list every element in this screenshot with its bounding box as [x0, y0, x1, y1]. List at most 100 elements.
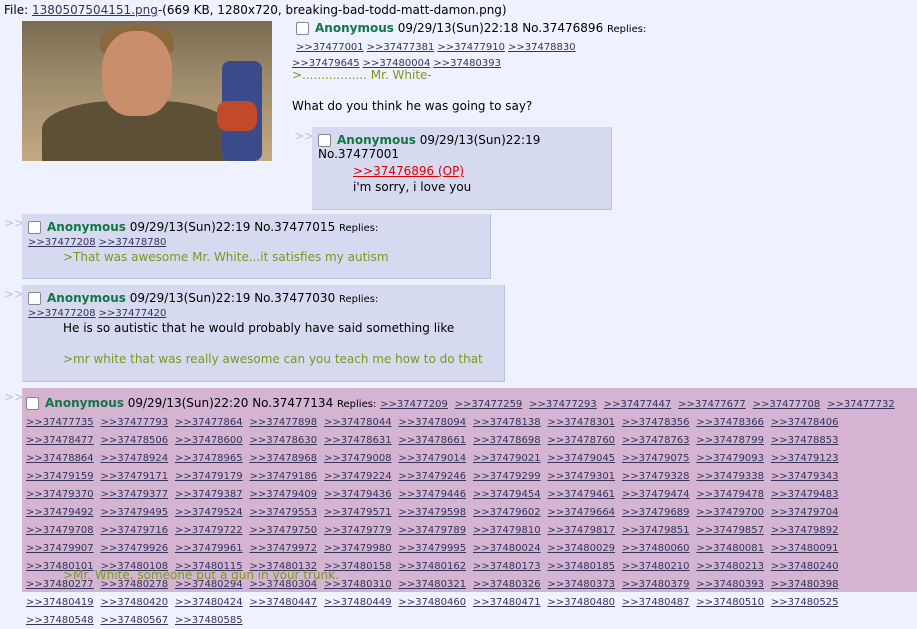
reply-select-checkbox[interactable]	[28, 221, 41, 234]
reply-backlink[interactable]: >>37479387	[175, 489, 243, 500]
reply-backlink[interactable]: >>37480081	[696, 543, 764, 554]
reply-select-checkbox[interactable]	[28, 292, 41, 305]
reply-backlink[interactable]: >>37480510	[696, 597, 764, 608]
reply-backlink[interactable]: >>37477209	[380, 399, 448, 410]
reply-backlink[interactable]: >>37479224	[324, 471, 392, 482]
reply-backlink[interactable]: >>37479495	[100, 507, 168, 518]
reply-backlink[interactable]: >>37479972	[249, 543, 317, 554]
reply-backlink[interactable]: >>37479370	[26, 489, 94, 500]
reply-backlink[interactable]: >>37479461	[547, 489, 615, 500]
reply-backlink[interactable]: >>37479704	[771, 507, 839, 518]
reply-backlink[interactable]: >>37477420	[99, 308, 167, 319]
reply-backlink[interactable]: >>37477208	[28, 237, 96, 248]
reply-backlink[interactable]: >>37479436	[324, 489, 392, 500]
reply-select-checkbox[interactable]	[318, 134, 331, 147]
reply-post-number[interactable]: No.37477134	[252, 396, 333, 410]
reply-backlink[interactable]: >>37478965	[175, 453, 243, 464]
reply-backlink[interactable]: >>37479483	[771, 489, 839, 500]
reply-backlink[interactable]: >>37479171	[100, 471, 168, 482]
reply-backlink[interactable]: >>37480471	[473, 597, 541, 608]
reply-backlink[interactable]: >>37478864	[26, 453, 94, 464]
reply-backlink[interactable]: >>37479961	[175, 543, 243, 554]
reply-backlink[interactable]: >>37477708	[753, 399, 821, 410]
reply-backlink[interactable]: >>37477293	[529, 399, 597, 410]
op-reply-link[interactable]: >>37477910	[437, 42, 505, 53]
reply-backlink[interactable]: >>37478698	[473, 435, 541, 446]
reply-backlink[interactable]: >>37479689	[622, 507, 690, 518]
reply-backlink[interactable]: >>37479474	[622, 489, 690, 500]
reply-backlink[interactable]: >>37479377	[100, 489, 168, 500]
reply-backlink[interactable]: >>37478506	[100, 435, 168, 446]
op-reply-link[interactable]: >>37480393	[433, 58, 501, 69]
reply-backlink[interactable]: >>37479343	[771, 471, 839, 482]
file-link[interactable]: 1380507504151.png	[32, 3, 158, 17]
reply-backlink[interactable]: >>37480424	[175, 597, 243, 608]
reply-backlink[interactable]: >>37479708	[26, 525, 94, 536]
reply-backlink[interactable]: >>37480585	[175, 615, 243, 626]
reply-backlink[interactable]: >>37478138	[473, 417, 541, 428]
reply-backlink[interactable]: >>37480393	[696, 579, 764, 590]
reply-backlink[interactable]: >>37479857	[696, 525, 764, 536]
op-reply-link[interactable]: >>37478830	[508, 42, 576, 53]
reply-backlink[interactable]: >>37478366	[696, 417, 764, 428]
reply-backlink[interactable]: >>37478763	[622, 435, 690, 446]
reply-backlink[interactable]: >>37478760	[547, 435, 615, 446]
reply-backlink[interactable]: >>37479299	[473, 471, 541, 482]
reply-backlink[interactable]: >>37477259	[455, 399, 523, 410]
reply-backlink[interactable]: >>37480326	[473, 579, 541, 590]
reply-backlink[interactable]: >>37479892	[771, 525, 839, 536]
reply-backlink[interactable]: >>37479021	[473, 453, 541, 464]
reply-backlink[interactable]: >>37478924	[100, 453, 168, 464]
reply-backlink[interactable]: >>37479598	[398, 507, 466, 518]
reply-backlink[interactable]: >>37480420	[100, 597, 168, 608]
reply-backlink[interactable]: >>37479093	[696, 453, 764, 464]
reply-backlink[interactable]: >>37479014	[398, 453, 466, 464]
reply-backlink[interactable]: >>37478780	[99, 237, 167, 248]
reply-backlink[interactable]: >>37478094	[398, 417, 466, 428]
reply-backlink[interactable]: >>37477447	[604, 399, 672, 410]
reply-backlink[interactable]: >>37480460	[398, 597, 466, 608]
reply-post-number[interactable]: No.37477030	[254, 291, 335, 305]
reply-backlink[interactable]: >>37477793	[100, 417, 168, 428]
reply-backlink[interactable]: >>37478356	[622, 417, 690, 428]
op-post-number[interactable]: No.37476896	[522, 21, 603, 35]
reply-post-number[interactable]: No.37477015	[254, 220, 335, 234]
reply-backlink[interactable]: >>37479722	[175, 525, 243, 536]
reply-post-number[interactable]: No.37477001	[318, 147, 399, 161]
reply-backlink[interactable]: >>37479926	[100, 543, 168, 554]
reply-backlink[interactable]: >>37479008	[324, 453, 392, 464]
reply-backlink[interactable]: >>37479980	[324, 543, 392, 554]
reply-backlink[interactable]: >>37479716	[100, 525, 168, 536]
reply-backlink[interactable]: >>37479328	[622, 471, 690, 482]
reply-backlink[interactable]: >>37479409	[249, 489, 317, 500]
reply-backlink[interactable]: >>37480060	[622, 543, 690, 554]
reply-backlink[interactable]: >>37477208	[28, 308, 96, 319]
reply-backlink[interactable]: >>37478631	[324, 435, 392, 446]
reply-backlink[interactable]: >>37477735	[26, 417, 94, 428]
reply-select-checkbox[interactable]	[26, 397, 39, 410]
reply-backlink[interactable]: >>37477732	[827, 399, 895, 410]
reply-backlink[interactable]: >>37479478	[696, 489, 764, 500]
reply-backlink[interactable]: >>37479553	[249, 507, 317, 518]
reply-backlink[interactable]: >>37480321	[398, 579, 466, 590]
reply-backlink[interactable]: >>37479338	[696, 471, 764, 482]
reply-backlink[interactable]: >>37478853	[771, 435, 839, 446]
reply-backlink[interactable]: >>37479851	[622, 525, 690, 536]
reply-backlink[interactable]: >>37480419	[26, 597, 94, 608]
reply-backlink[interactable]: >>37479301	[547, 471, 615, 482]
reply-backlink[interactable]: >>37479817	[547, 525, 615, 536]
reply-backlink[interactable]: >>37479446	[398, 489, 466, 500]
reply-backlink[interactable]: >>37480480	[547, 597, 615, 608]
op-reply-link[interactable]: >>37477001	[296, 42, 364, 53]
reply-backlink[interactable]: >>37478600	[175, 435, 243, 446]
reply-backlink[interactable]: >>37478630	[249, 435, 317, 446]
reply-backlink[interactable]: >>37480373	[547, 579, 615, 590]
reply-backlink[interactable]: >>37478799	[696, 435, 764, 446]
reply-backlink[interactable]: >>37480185	[547, 561, 615, 572]
op-thumbnail[interactable]	[22, 21, 272, 161]
reply-backlink[interactable]: >>37479179	[175, 471, 243, 482]
reply-backlink[interactable]: >>37477898	[249, 417, 317, 428]
reply-backlink[interactable]: >>37480024	[473, 543, 541, 554]
reply-backlink[interactable]: >>37480210	[622, 561, 690, 572]
reply-backlink[interactable]: >>37479075	[622, 453, 690, 464]
